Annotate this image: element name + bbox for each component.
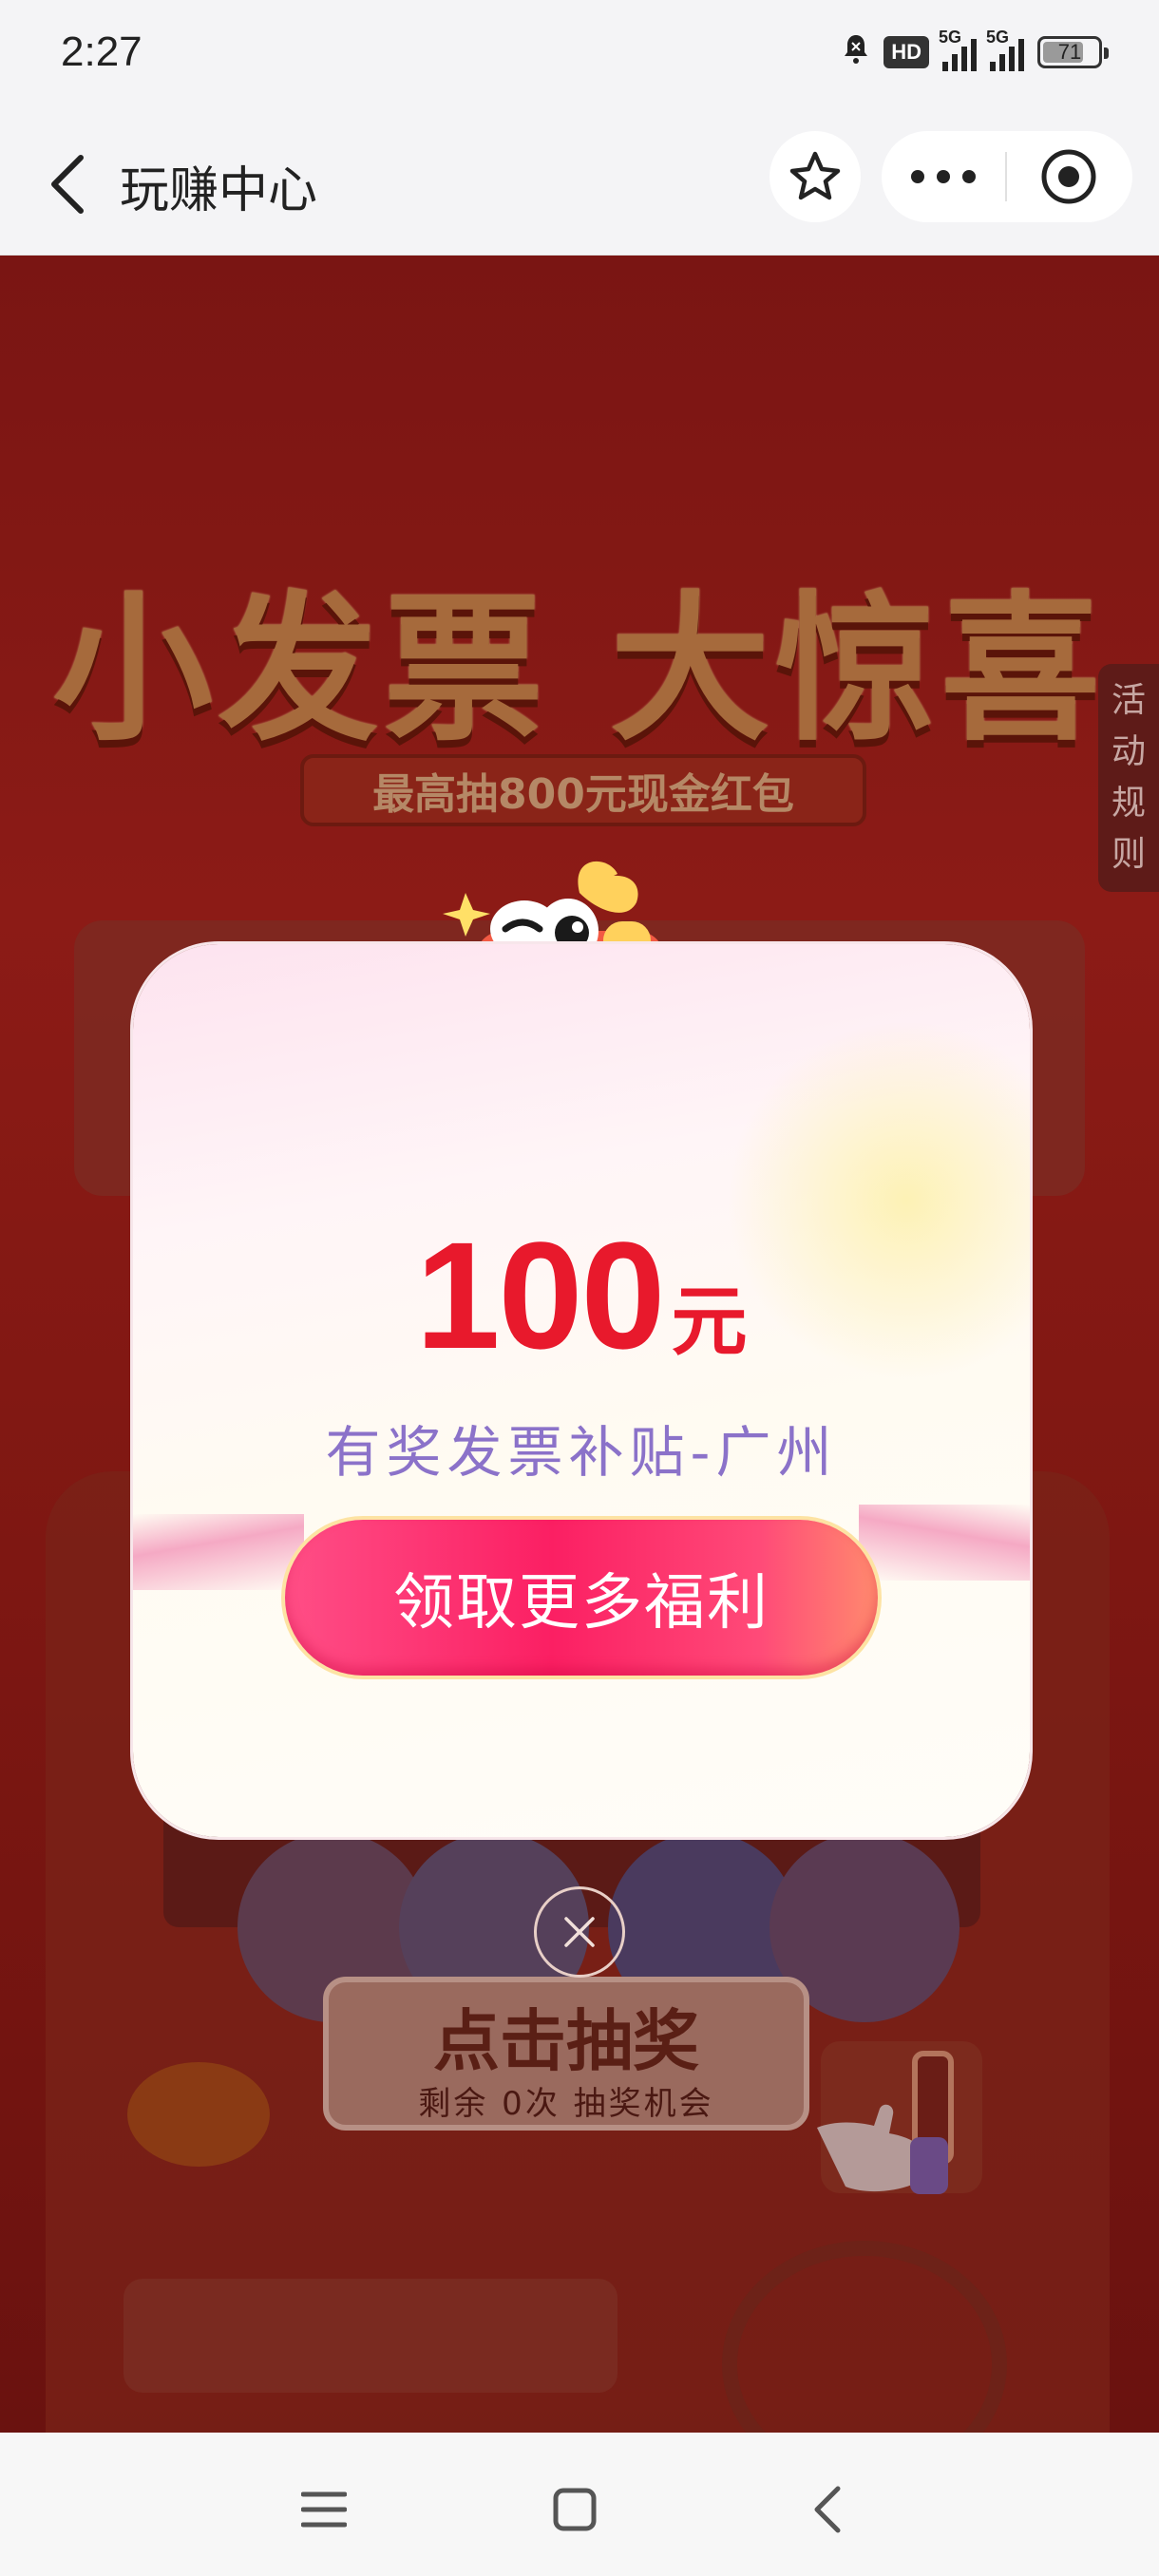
prize-popup: 100 元 有奖发票补贴-广州 领取更多福利 (133, 944, 1030, 1837)
home-button[interactable] (532, 2467, 618, 2552)
back-arrow-icon (51, 155, 84, 214)
battery-level: 71 (1057, 40, 1082, 64)
rules-tab[interactable]: 活 动 规 则 (1098, 664, 1159, 892)
banner-subtitle: 最高抽800元现金红包 (300, 754, 866, 826)
recent-apps-button[interactable] (281, 2467, 367, 2552)
claim-more-benefits-button[interactable]: 领取更多福利 (285, 1520, 878, 1676)
page-title: 玩赚中心 (120, 162, 318, 219)
draw-button[interactable]: 点击抽奖 剩余 0次 抽奖机会 (323, 1977, 809, 2131)
status-icons: HD 5G 5G 71 (842, 28, 1109, 72)
favorite-button[interactable] (770, 131, 861, 222)
close-popup-button[interactable] (534, 1886, 625, 1978)
more-button[interactable] (882, 131, 1005, 222)
machine-decoration (124, 2279, 618, 2393)
nav-bar: 玩赚中心 (0, 112, 1159, 256)
rules-tab-char: 规 (1111, 784, 1146, 823)
machine-knob (127, 2062, 270, 2167)
draw-button-title: 点击抽奖 (433, 2002, 699, 2080)
prize-amount-value: 100 (415, 1210, 666, 1380)
status-bar: 2:27 HD 5G 5G 71 (0, 0, 1159, 112)
mini-program-capsule (882, 131, 1132, 222)
banner-title: 小发票 大惊喜 (52, 577, 1107, 763)
prize-amount: 100 元 (133, 1208, 1030, 1383)
rules-tab-char: 动 (1111, 732, 1146, 771)
home-square-icon (553, 2488, 597, 2531)
clock: 2:27 (61, 28, 142, 75)
more-dots-icon (911, 170, 976, 183)
popup-ribbon (133, 1514, 304, 1590)
rules-tab-char: 活 (1111, 681, 1146, 720)
target-circle-icon (1041, 149, 1096, 204)
android-nav-bar (0, 2433, 1159, 2576)
hd-icon: HD (884, 36, 929, 68)
back-chevron-icon (814, 2486, 841, 2533)
rules-tab-char: 则 (1111, 835, 1146, 874)
battery-icon: 71 (1037, 36, 1109, 68)
system-back-button[interactable] (785, 2467, 870, 2552)
back-button[interactable] (34, 146, 101, 222)
signal-icon: 5G (939, 28, 977, 71)
popup-ribbon (859, 1505, 1030, 1581)
hand-pointer-icon (817, 2104, 948, 2194)
draw-remaining-label: 剩余 0次 抽奖机会 (418, 2085, 714, 2123)
menu-icon (301, 2491, 347, 2528)
prize-amount-unit: 元 (671, 1279, 748, 1364)
bell-muted-icon (842, 32, 870, 72)
network-type-label: 5G (986, 28, 1010, 47)
close-icon (564, 1917, 595, 1947)
prize-description: 有奖发票补贴-广州 (325, 1420, 838, 1485)
network-type-label: 5G (939, 28, 962, 47)
signal-icon: 5G (986, 28, 1024, 71)
star-icon (789, 151, 841, 200)
close-mini-program-button[interactable] (1007, 131, 1130, 222)
